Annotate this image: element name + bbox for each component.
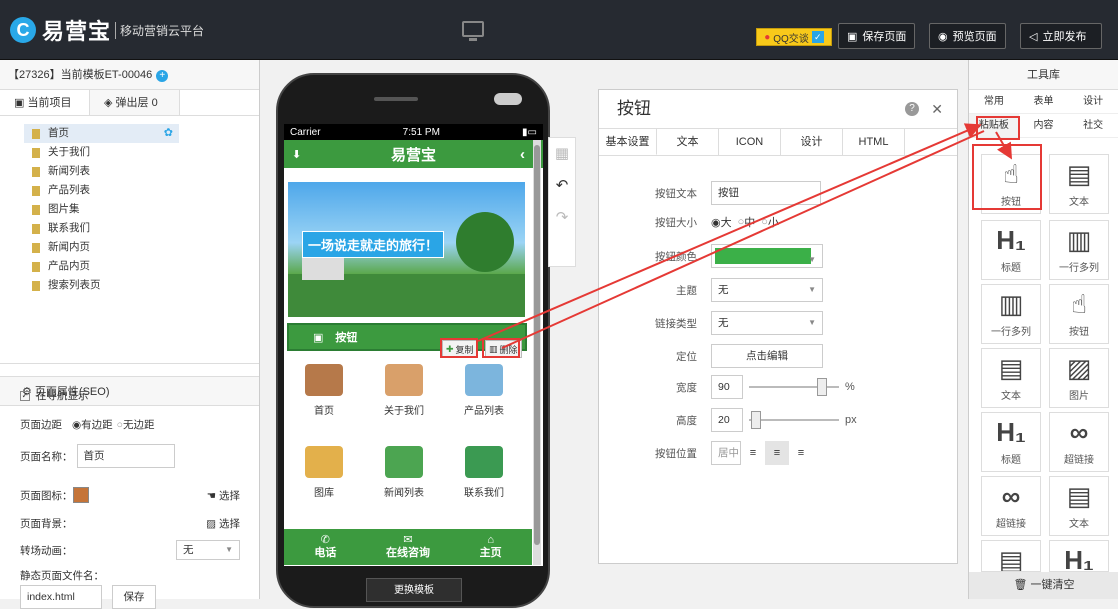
arrow-to-clipboard <box>477 123 982 342</box>
arrow-to-button-tool <box>995 131 1013 160</box>
arrow-line-2 <box>501 130 985 349</box>
annotation-arrows <box>477 123 1013 349</box>
